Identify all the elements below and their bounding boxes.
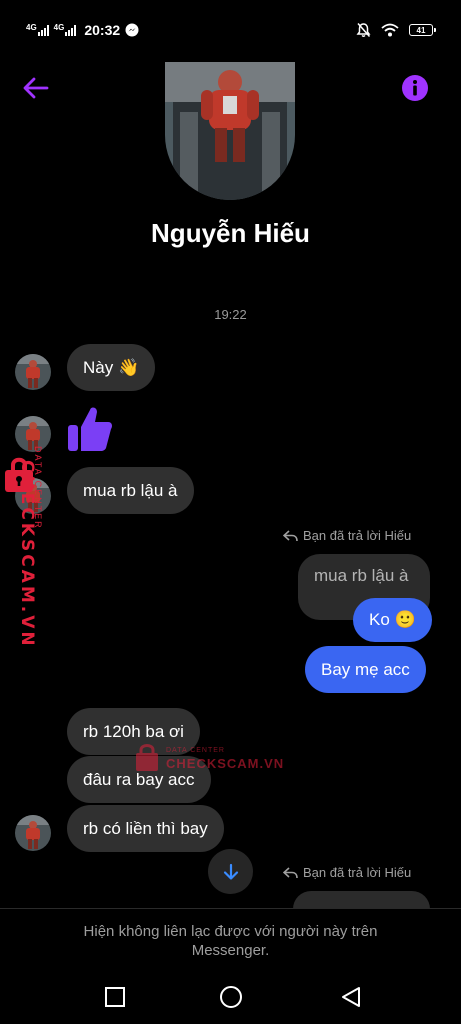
- reply-label: Bạn đã trả lời Hiếu: [283, 865, 411, 880]
- reply-label: Bạn đã trả lời Hiếu: [283, 528, 411, 543]
- watermark-sub-text: DATA CENTER: [33, 446, 43, 530]
- signal-icon: [65, 24, 77, 36]
- composer-disabled-notice: Hiện không liên lạc được với người này t…: [0, 908, 461, 966]
- arrow-down-icon: [223, 863, 238, 880]
- incoming-message[interactable]: rb có liền thì bay: [67, 805, 224, 852]
- reply-label-text: Bạn đã trả lời Hiếu: [303, 528, 412, 543]
- reply-label-text: Bạn đã trả lời Hiếu: [303, 865, 412, 880]
- triangle-back-icon: [342, 987, 360, 1007]
- incoming-message[interactable]: mua rb lậu à: [67, 467, 194, 514]
- contact-avatar-photo: [15, 354, 51, 390]
- recents-button[interactable]: [104, 986, 126, 1008]
- signal-group-1: 4G: [26, 22, 49, 36]
- status-right: 41: [356, 22, 436, 38]
- watermark-side: CHECKSCAM.VN DATA CENTER: [4, 446, 48, 650]
- watermark-center-sub: DATA CENTER: [166, 747, 225, 754]
- system-nav-bar: [0, 968, 461, 1024]
- wifi-icon: [381, 23, 399, 37]
- status-time: 20:32: [84, 22, 121, 38]
- contact-avatar[interactable]: [15, 354, 51, 390]
- reply-arrow-icon: [283, 529, 298, 541]
- status-bar: 4G 4G 20:32 41: [0, 0, 461, 62]
- mute-icon: [356, 23, 371, 37]
- home-button[interactable]: [219, 985, 243, 1009]
- watermark-center: DATA CENTER CHECKSCAM.VN: [134, 742, 294, 778]
- contact-avatar-photo: [15, 815, 51, 851]
- contact-avatar[interactable]: [15, 815, 51, 851]
- signal-icon: [37, 24, 49, 36]
- outgoing-message[interactable]: Bay mẹ acc: [305, 646, 426, 693]
- battery-icon: 41: [409, 24, 436, 36]
- network-type-2: 4G: [53, 22, 65, 32]
- info-icon: [402, 75, 428, 101]
- thumbs-up-icon[interactable]: [66, 404, 114, 454]
- notice-text: Hiện không liên lạc được với người này t…: [83, 923, 378, 959]
- watermark-center-main: CHECKSCAM.VN: [166, 756, 285, 771]
- profile-avatar[interactable]: [165, 62, 295, 200]
- arrow-left-icon: [23, 77, 49, 99]
- back-button[interactable]: [20, 72, 52, 104]
- signal-group-2: 4G: [53, 22, 77, 36]
- outgoing-message[interactable]: Ko 🙂: [353, 598, 432, 642]
- messenger-icon: [125, 23, 139, 37]
- incoming-message[interactable]: Này 👋: [67, 344, 156, 391]
- message-timestamp: 19:22: [214, 307, 247, 322]
- back-nav-button[interactable]: [340, 986, 362, 1008]
- square-icon: [105, 987, 125, 1007]
- reply-arrow-icon: [283, 866, 298, 878]
- profile-photo: [165, 62, 295, 200]
- status-left: 4G 4G 20:32: [26, 22, 139, 38]
- circle-icon: [220, 986, 242, 1008]
- lock-icon: [136, 744, 158, 771]
- contact-name[interactable]: Nguyễn Hiếu: [0, 218, 461, 249]
- info-button[interactable]: [400, 73, 430, 103]
- network-type-1: 4G: [26, 22, 37, 32]
- scroll-to-bottom-button[interactable]: [208, 849, 253, 894]
- quoted-message-partial[interactable]: [293, 891, 430, 909]
